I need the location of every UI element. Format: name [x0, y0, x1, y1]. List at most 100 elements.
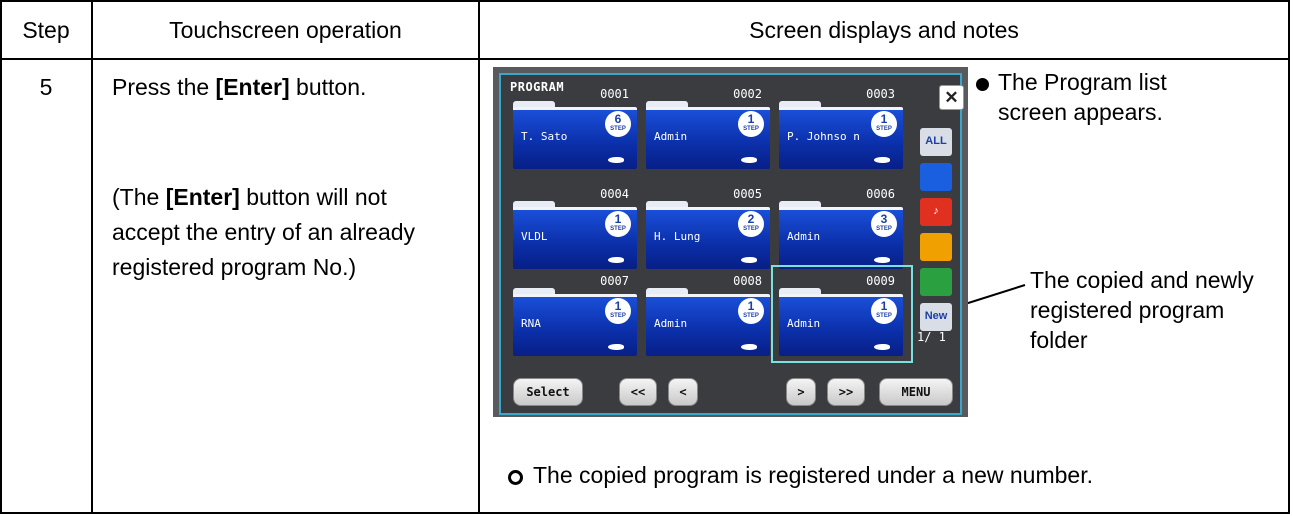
program-folder[interactable]: 0005 H. Lung 2 STEP	[646, 187, 770, 269]
step-count-badge: 1 STEP	[738, 111, 764, 137]
step-label: STEP	[876, 226, 892, 232]
program-folder[interactable]: 0002 Admin 1 STEP	[646, 87, 770, 169]
screen-title: PROGRAM	[510, 80, 565, 94]
note-line-1: (The [Enter] button will not	[112, 180, 415, 215]
new-program-button[interactable]: New	[920, 303, 952, 331]
screen-frame: PROGRAM ✕ 0001 T. Sato 6 STEP 0002 Admin 1 STEP…	[499, 73, 964, 415]
fish-icon	[608, 344, 624, 350]
step-count: 1	[880, 112, 888, 126]
folder-number: 0005	[733, 187, 762, 201]
footer-note: The copied program is registered under a…	[533, 462, 1093, 488]
menu-button[interactable]: MENU	[879, 378, 953, 406]
step-count: 6	[614, 112, 622, 126]
fish-icon	[874, 257, 890, 263]
step-count-badge: 1 STEP	[605, 298, 631, 324]
step-label: STEP	[743, 126, 759, 132]
folder-owner: P. Johnso n	[787, 130, 860, 143]
step-number: 5	[39, 74, 53, 100]
fish-icon	[608, 257, 624, 263]
step-label: STEP	[743, 313, 759, 319]
category-fish-button[interactable]	[920, 163, 952, 191]
note-open: (The	[112, 184, 166, 210]
prev-page-button[interactable]: <	[668, 378, 698, 406]
folder-number: 0002	[733, 87, 762, 101]
step-count: 3	[880, 212, 888, 226]
side-button-label: ALL	[925, 135, 947, 147]
folder-number: 0006	[866, 187, 895, 201]
folder-owner: Admin	[787, 230, 821, 243]
side-button-label: ♪	[933, 205, 939, 217]
instruction-post: button.	[289, 74, 367, 100]
instruction-text: Press the [Enter] button.	[112, 70, 366, 105]
step-label: STEP	[876, 126, 892, 132]
step-count: 1	[614, 212, 622, 226]
select-button[interactable]: Select	[513, 378, 583, 406]
folder-owner: RNA	[521, 317, 541, 330]
step-count: 2	[747, 212, 755, 226]
note-line1-post: button will not	[239, 184, 387, 210]
folder-owner: T. Sato	[521, 130, 568, 143]
step-count: 1	[747, 299, 755, 313]
step-count-badge: 1 STEP	[871, 111, 897, 137]
note-line-2: accept the entry of an already	[112, 219, 416, 245]
step-label: STEP	[610, 126, 626, 132]
header-step: Step	[22, 16, 70, 43]
category-music-button[interactable]: ♪	[920, 198, 952, 226]
folder-owner: VLDL	[521, 230, 548, 243]
program-folder[interactable]: 0007 RNA 1 STEP	[513, 274, 637, 356]
program-folder[interactable]: 0006 Admin 3 STEP	[779, 187, 903, 269]
column-divider-2	[478, 0, 480, 514]
enter-label: [Enter]	[215, 74, 290, 100]
first-page-button[interactable]: <<	[619, 378, 657, 406]
callout-text: The copied and newly registered program …	[1030, 265, 1254, 355]
step-label: STEP	[610, 313, 626, 319]
program-folder[interactable]: 0004 VLDL 1 STEP	[513, 187, 637, 269]
bullet1-line1: The Program list	[998, 69, 1167, 95]
fish-icon	[741, 157, 757, 163]
bullet1-line2: screen appears.	[998, 99, 1163, 125]
close-button[interactable]: ✕	[939, 85, 964, 110]
note-line-3: registered program No.)	[112, 254, 357, 280]
category-tree-button[interactable]	[920, 268, 952, 296]
category-flower-button[interactable]	[920, 233, 952, 261]
program-folder[interactable]: 0008 Admin 1 STEP	[646, 274, 770, 356]
folder-owner: Admin	[654, 130, 688, 143]
table-border-bottom	[0, 512, 1290, 514]
note-text: (The [Enter] button will not accept the …	[112, 180, 415, 285]
selected-folder-highlight	[771, 265, 913, 363]
side-button-label: New	[924, 310, 948, 322]
next-page-button[interactable]: >	[786, 378, 816, 406]
folder-owner: H. Lung	[654, 230, 701, 243]
step-label: STEP	[743, 226, 759, 232]
fish-icon	[741, 344, 757, 350]
note-enter-label: [Enter]	[165, 184, 240, 210]
step-label: STEP	[610, 226, 626, 232]
step-count-badge: 3 STEP	[871, 211, 897, 237]
step-count-badge: 1 STEP	[738, 298, 764, 324]
page-indicator: 1/ 1	[917, 330, 946, 344]
instruction-pre: Press the	[112, 74, 216, 100]
table-border-right	[1288, 0, 1290, 514]
fish-icon	[874, 157, 890, 163]
bullet-ring	[508, 470, 523, 485]
step-count: 1	[614, 299, 622, 313]
folder-number: 0001	[600, 87, 629, 101]
fish-icon	[741, 257, 757, 263]
step-count: 1	[747, 112, 755, 126]
folder-number: 0004	[600, 187, 629, 201]
step-count-badge: 1 STEP	[605, 211, 631, 237]
last-page-button[interactable]: >>	[827, 378, 865, 406]
program-folder[interactable]: 0003 P. Johnso n 1 STEP	[779, 87, 903, 169]
program-list-screen: PROGRAM ✕ 0001 T. Sato 6 STEP 0002 Admin 1 STEP…	[493, 67, 968, 417]
folder-number: 0003	[866, 87, 895, 101]
step-count-badge: 2 STEP	[738, 211, 764, 237]
callout-line3: folder	[1030, 327, 1088, 353]
folder-owner: Admin	[654, 317, 688, 330]
callout-line2: registered program	[1030, 297, 1225, 323]
header-notes: Screen displays and notes	[749, 16, 1019, 43]
header-operation: Touchscreen operation	[169, 16, 402, 43]
bullet-program-list: The Program list screen appears.	[998, 67, 1167, 127]
bullet-dot	[976, 78, 989, 91]
program-folder[interactable]: 0001 T. Sato 6 STEP	[513, 87, 637, 169]
category-all-button[interactable]: ALL	[920, 128, 952, 156]
